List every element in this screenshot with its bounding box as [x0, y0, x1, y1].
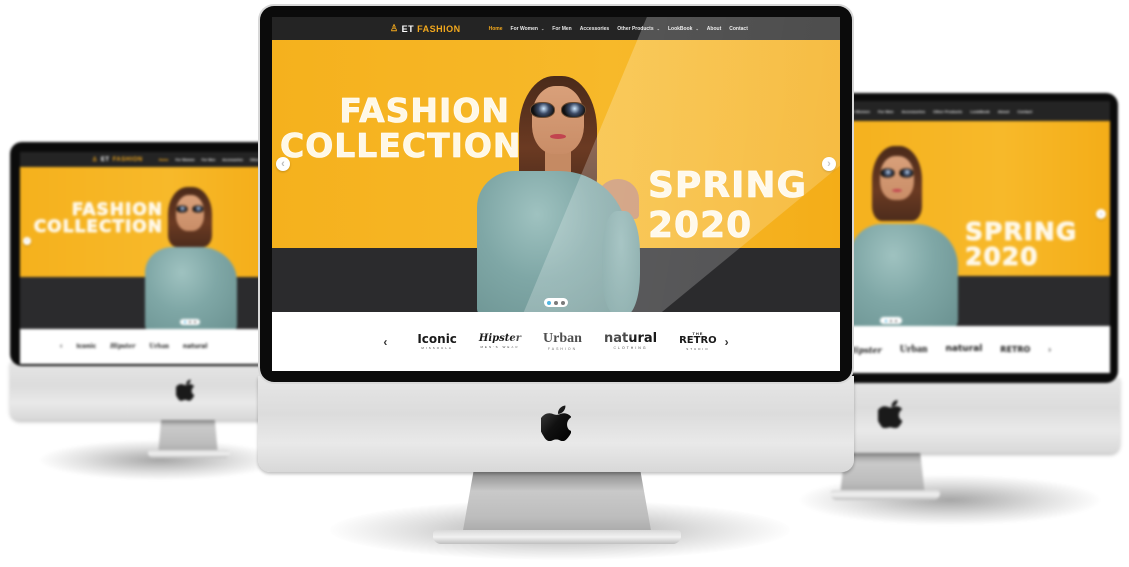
brand-tagline: STUDIO — [686, 347, 710, 351]
brand-logo-natural[interactable]: natural CLOTHING — [604, 332, 657, 351]
nav-item-about[interactable]: About — [707, 26, 721, 32]
apple-logo-icon — [539, 405, 572, 446]
brand-tagline: MEN'S WEAR — [480, 345, 520, 349]
hero-headline-left: FASHION COLLECTION — [280, 91, 522, 165]
brand-carousel: ‹ Iconic MISSOULA Hipster MEN'S WEAR Urb… — [272, 312, 840, 371]
headline-line: 2020 — [648, 205, 753, 246]
brand-logo-iconic[interactable]: Iconic MISSOULA — [417, 333, 457, 350]
headline-line: SPRING — [648, 165, 808, 206]
nav-item-contact[interactable]: Contact — [729, 26, 748, 32]
nav-label: About — [706, 25, 722, 32]
center-monitor-stand — [462, 472, 652, 536]
chevron-down-icon: ⌄ — [540, 26, 545, 31]
headline-line: COLLECTION — [280, 126, 522, 165]
logo-text-fashion: FASHION — [417, 23, 461, 34]
model-figure — [477, 76, 647, 312]
center-monitor: ♙ ET FASHION Home For Women ⌄ For Men Acc… — [0, 0, 1129, 567]
logo[interactable]: ♙ ET FASHION — [390, 23, 461, 34]
brand-name: Hipster — [478, 333, 522, 344]
nav-item-for-men[interactable]: For Men — [552, 26, 571, 32]
nav-item-lookbook[interactable]: LookBook ⌄ — [668, 26, 699, 32]
nav-label: LookBook — [667, 25, 693, 32]
nav-item-home[interactable]: Home — [489, 26, 503, 32]
logo-text-et: ET — [401, 23, 415, 34]
nav-item-accessories[interactable]: Accessories — [580, 26, 609, 32]
brand-logo-retro[interactable]: THE RETRO STUDIO — [679, 332, 717, 351]
brands-next-button[interactable]: › — [725, 335, 729, 349]
nav-label: Accessories — [579, 25, 610, 32]
nav-label: Other Products — [617, 25, 654, 32]
chevron-down-icon: ⌄ — [656, 26, 660, 31]
hero-headline-right: SPRING 2020 — [648, 165, 808, 246]
brand-name: RETRO — [679, 335, 717, 346]
chevron-left-icon: ‹ — [281, 158, 285, 170]
slider-dot-1[interactable] — [547, 300, 551, 305]
nav-bar: ♙ ET FASHION Home For Women ⌄ For Men Acc… — [272, 17, 840, 40]
brands-prev-button[interactable]: ‹ — [383, 335, 387, 349]
nav-item-for-women[interactable]: For Women ⌄ — [511, 26, 545, 32]
nav-label: For Men — [552, 25, 572, 32]
brand-name: Iconic — [417, 332, 457, 346]
hero-next-button[interactable]: › — [822, 157, 836, 171]
brand-logo-hipster[interactable]: Hipster MEN'S WEAR — [479, 334, 521, 349]
center-monitor-screen: ♙ ET FASHION Home For Women ⌄ For Men Acc… — [272, 17, 840, 371]
brand-name: natural — [603, 331, 658, 347]
slider-dots — [544, 298, 568, 307]
brand-tagline: FASHION — [547, 346, 578, 351]
brand-tagline: MISSOULA — [421, 346, 453, 350]
brand-logo-urban[interactable]: Urban FASHION — [543, 330, 582, 352]
brand-tagline: CLOTHING — [613, 346, 648, 351]
nav-label: Home — [488, 25, 503, 32]
brand-name: Urban — [543, 330, 582, 346]
center-monitor-foot — [433, 530, 681, 544]
model-arm — [602, 211, 640, 312]
model-lips — [550, 134, 566, 139]
headline-line: FASHION — [339, 91, 510, 130]
hero-prev-button[interactable]: ‹ — [276, 157, 290, 171]
slider-dot-3[interactable] — [561, 300, 565, 305]
slider-dot-2[interactable] — [554, 300, 558, 305]
chevron-right-icon: › — [827, 158, 831, 170]
model-face — [532, 86, 584, 154]
nav-label: Contact — [729, 25, 748, 32]
hero-slider: FASHION COLLECTION SPRING 2020 ‹ › — [272, 40, 840, 312]
sunglasses — [530, 102, 586, 118]
nav-menu: Home For Women ⌄ For Men Accessories Othe… — [489, 26, 748, 32]
hanger-icon: ♙ — [390, 23, 399, 33]
nav-label: For Women — [510, 25, 538, 32]
nav-item-other-products[interactable]: Other Products ⌄ — [617, 26, 660, 32]
chevron-down-icon: ⌄ — [695, 26, 699, 31]
